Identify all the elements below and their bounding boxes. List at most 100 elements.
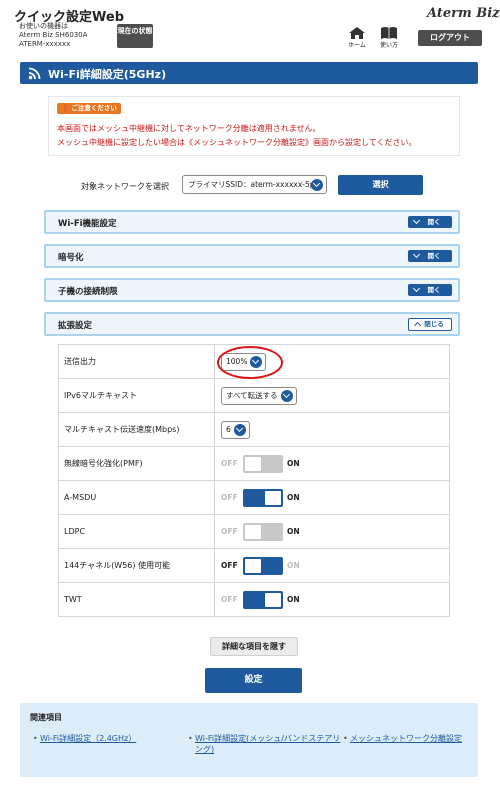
setting-control: 100% xyxy=(214,344,450,379)
section-encryption[interactable]: 暗号化 開く xyxy=(44,244,460,268)
on-label: ON xyxy=(287,595,300,604)
w56-toggle-group: OFF ON xyxy=(221,556,449,575)
network-select[interactable]: プライマリSSID：aterm-xxxxxx-5p xyxy=(182,175,327,194)
twt-toggle[interactable] xyxy=(243,590,283,609)
toggle-knob xyxy=(245,524,261,539)
notice-badge-label: ご注意ください xyxy=(71,104,117,112)
setting-label: 送信出力 xyxy=(58,344,215,379)
extended-settings-table: 送信出力 100% IPv6マルチキャスト すべて転送する マルチキャスト伝送速… xyxy=(58,344,450,617)
notice-line-1: 本画面ではメッシュ中継機に対してネットワーク分離は適用されません。 xyxy=(57,124,321,133)
table-row: 無線暗号化強化(PMF) OFF ON xyxy=(58,446,450,481)
logout-button[interactable]: ログアウト xyxy=(418,30,482,46)
section-title: 子機の接続制限 xyxy=(58,287,118,297)
device-model: Aterm Biz SH6030A xyxy=(19,31,88,39)
amsdu-toggle-group: OFF ON xyxy=(221,488,449,507)
ipv6-multicast-value: すべて転送する xyxy=(226,390,278,400)
off-label: OFF xyxy=(221,493,238,502)
pmf-toggle[interactable] xyxy=(243,454,283,473)
ldpc-toggle[interactable] xyxy=(243,522,283,541)
setting-label: A-MSDU xyxy=(58,480,215,515)
related-link-2-4ghz[interactable]: Wi-Fi詳細設定（2.4GHz） xyxy=(33,733,136,744)
related-title: 関連項目 xyxy=(30,713,62,722)
setting-control: すべて転送する xyxy=(214,378,450,413)
setting-label: TWT xyxy=(58,582,215,617)
setting-label: IPv6マルチキャスト xyxy=(58,378,215,413)
amsdu-toggle[interactable] xyxy=(243,488,283,507)
setting-label: 144チャネル(W56) 使用可能 xyxy=(58,548,215,583)
help-label: 使い方 xyxy=(379,42,398,49)
section-title: 暗号化 xyxy=(58,253,84,263)
toggle-knob xyxy=(245,456,261,471)
table-row: LDPC OFF ON xyxy=(58,514,450,549)
setting-control: OFF ON xyxy=(214,548,450,583)
section-wifi-function[interactable]: Wi-Fi機能設定 開く xyxy=(44,210,460,234)
section-client-restriction[interactable]: 子機の接続制限 開く xyxy=(44,278,460,302)
table-row: マルチキャスト伝送速度(Mbps) 6 xyxy=(58,412,450,447)
on-label: ON xyxy=(287,493,300,502)
table-row: TWT OFF ON xyxy=(58,582,450,617)
multicast-rate-value: 6 xyxy=(226,424,231,434)
chevron-down-icon xyxy=(233,423,246,436)
notice-line-2: メッシュ中継機に設定したい場合は《メッシュネットワーク分離設定》画面から設定して… xyxy=(57,138,417,147)
expand-button[interactable]: 開く xyxy=(408,250,452,262)
status-button[interactable]: 現在の状態 xyxy=(117,24,153,48)
on-label: ON xyxy=(287,561,300,570)
notice-badge: ❗ ご注意ください xyxy=(57,103,121,114)
off-label: OFF xyxy=(221,561,238,570)
collapse-button[interactable]: 閉じる xyxy=(408,318,452,331)
multicast-rate-select[interactable]: 6 xyxy=(221,420,250,439)
w56-toggle[interactable] xyxy=(243,556,283,575)
related-link-mesh-isolation[interactable]: メッシュネットワーク分離設定 xyxy=(343,733,462,744)
notice-box: ❗ ご注意ください 本画面ではメッシュ中継機に対してネットワーク分離は適用されま… xyxy=(48,96,460,156)
apply-button[interactable]: 設定 xyxy=(205,668,302,693)
header: クイック設定Web お使いの機器は Aterm Biz SH6030A ATER… xyxy=(0,0,500,56)
network-select-value: プライマリSSID：aterm-xxxxxx-5p xyxy=(188,180,315,189)
setting-control: OFF ON xyxy=(214,480,450,515)
chevron-down-icon xyxy=(280,389,293,402)
page-title: Wi-Fi詳細設定(5GHz) xyxy=(48,68,167,81)
on-label: ON xyxy=(287,459,300,468)
section-title: 拡張設定 xyxy=(58,321,93,331)
ipv6-multicast-select[interactable]: すべて転送する xyxy=(221,386,297,405)
setting-control: 6 xyxy=(214,412,450,447)
off-label: OFF xyxy=(221,595,238,604)
hide-details-button[interactable]: 詳細な項目を隠す xyxy=(210,637,298,656)
warning-icon: ❗ xyxy=(61,104,70,112)
brand-logo: Aterm Biz xyxy=(427,6,500,21)
select-network-button[interactable]: 選択 xyxy=(338,175,423,195)
toggle-knob xyxy=(245,558,261,573)
network-label: 対象ネットワークを選択 xyxy=(81,182,169,191)
home-icon xyxy=(349,27,365,39)
related-link-mesh-band-steering[interactable]: Wi-Fi詳細設定(メッシュ/バンドステアリング) xyxy=(188,733,345,755)
pmf-toggle-group: OFF ON xyxy=(221,454,449,473)
book-icon xyxy=(381,27,397,39)
help-button[interactable]: 使い方 xyxy=(375,26,403,52)
toggle-knob xyxy=(265,592,281,607)
page-title-bar: Wi-Fi詳細設定(5GHz) xyxy=(20,62,478,84)
table-row: A-MSDU OFF ON xyxy=(58,480,450,515)
highlight-circle xyxy=(217,346,283,379)
setting-label: 無線暗号化強化(PMF) xyxy=(58,446,215,481)
wifi-icon xyxy=(28,67,41,80)
home-label: ホーム xyxy=(348,42,366,49)
setting-control: OFF ON xyxy=(214,582,450,617)
expand-button[interactable]: 開く xyxy=(408,284,452,296)
ldpc-toggle-group: OFF ON xyxy=(221,522,449,541)
setting-control: OFF ON xyxy=(214,514,450,549)
setting-control: OFF ON xyxy=(214,446,450,481)
toggle-knob xyxy=(265,490,281,505)
device-caption: お使いの機器は xyxy=(19,22,68,30)
chevron-down-icon xyxy=(311,178,323,191)
twt-toggle-group: OFF ON xyxy=(221,590,449,609)
table-row: 144チャネル(W56) 使用可能 OFF ON xyxy=(58,548,450,583)
on-label: ON xyxy=(287,527,300,536)
home-button[interactable]: ホーム xyxy=(343,26,371,52)
table-row: IPv6マルチキャスト すべて転送する xyxy=(58,378,450,413)
device-ssid: ATERM-xxxxxx xyxy=(19,40,71,48)
section-extended[interactable]: 拡張設定 閉じる xyxy=(44,312,460,336)
related-links-panel: 関連項目 Wi-Fi詳細設定（2.4GHz） Wi-Fi詳細設定(メッシュ/バン… xyxy=(20,703,478,777)
table-row: 送信出力 100% xyxy=(58,344,450,379)
off-label: OFF xyxy=(221,527,238,536)
device-info: お使いの機器は Aterm Biz SH6030A ATERM-xxxxxx xyxy=(19,22,87,49)
expand-button[interactable]: 開く xyxy=(408,216,452,228)
